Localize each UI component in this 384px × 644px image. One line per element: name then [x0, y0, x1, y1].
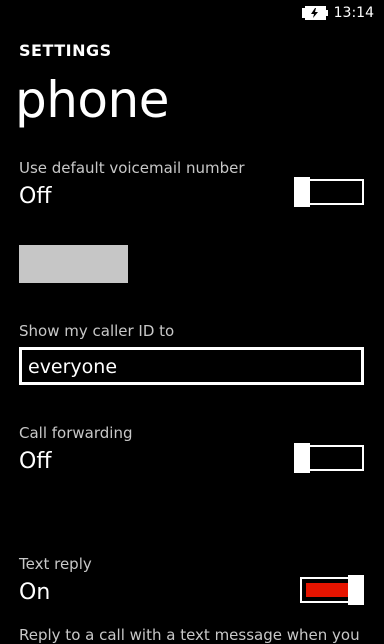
text-reply-toggle[interactable]	[294, 575, 364, 605]
text-reply-label: Text reply	[19, 555, 92, 573]
status-bar: 13:14	[0, 0, 384, 28]
toggle-thumb[interactable]	[294, 443, 310, 473]
status-time: 13:14	[333, 5, 374, 21]
toggle-fill	[306, 583, 352, 597]
toggle-thumb[interactable]	[348, 575, 364, 605]
call-forwarding-value: Off	[19, 449, 52, 474]
app-title: SETTINGS	[19, 41, 112, 60]
text-reply-value: On	[19, 580, 51, 605]
caller-id-label: Show my caller ID to	[19, 322, 175, 340]
battery-charging-icon	[302, 6, 328, 20]
page-title: phone	[15, 71, 169, 129]
voicemail-number-button[interactable]	[19, 245, 128, 283]
voicemail-toggle[interactable]	[294, 177, 364, 207]
voicemail-value: Off	[19, 184, 52, 209]
call-forwarding-toggle[interactable]	[294, 443, 364, 473]
text-reply-description: Reply to a call with a text message when…	[19, 626, 360, 644]
call-forwarding-label: Call forwarding	[19, 424, 133, 442]
caller-id-select[interactable]: everyone	[19, 347, 364, 385]
voicemail-label: Use default voicemail number	[19, 159, 245, 177]
toggle-thumb[interactable]	[294, 177, 310, 207]
caller-id-selected-value: everyone	[28, 356, 118, 378]
